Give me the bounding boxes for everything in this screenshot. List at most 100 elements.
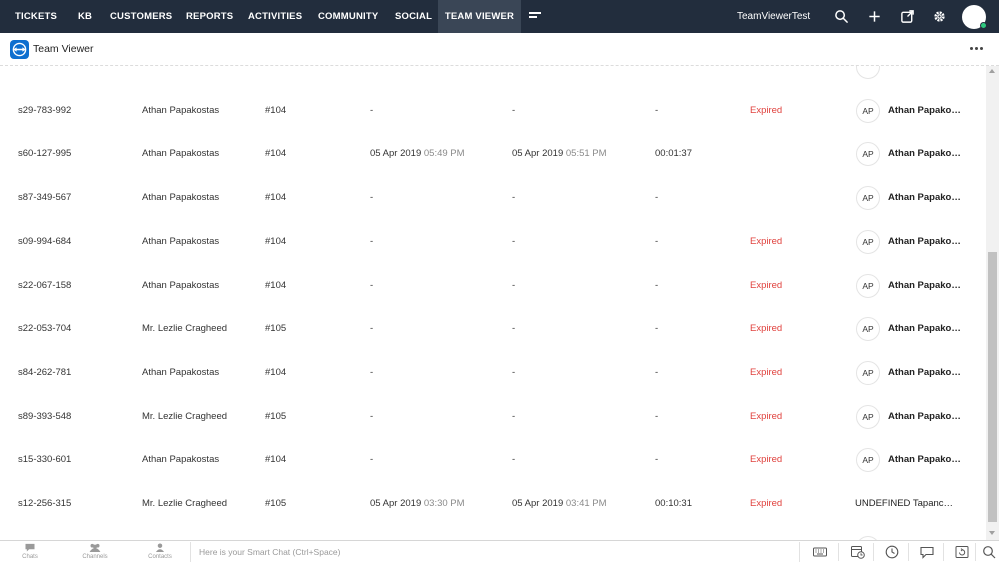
agent-avatar: AP xyxy=(856,360,880,385)
divider xyxy=(943,543,944,561)
table-row[interactable] xyxy=(0,526,986,540)
keyboard-icon[interactable] xyxy=(813,545,827,559)
scroll-thumb[interactable] xyxy=(988,252,997,522)
table-row[interactable]: s29-783-992 Athan Papakostas #104 - - - Expi… xyxy=(0,89,986,133)
ticket-number[interactable]: #104 xyxy=(265,176,325,220)
status-badge: Expired xyxy=(750,410,783,422)
module-header: Team Viewer xyxy=(0,33,999,66)
ticket-number[interactable]: #104 xyxy=(265,89,325,133)
start-date: - xyxy=(370,192,374,204)
customer-name: Athan Papakostas xyxy=(142,454,220,466)
search-icon[interactable] xyxy=(834,9,849,24)
agent-avatar: AP xyxy=(856,186,880,211)
tab-social[interactable]: SOCIAL xyxy=(395,0,432,33)
table-row[interactable]: s87-349-567 Athan Papakostas #104 - - - AP At… xyxy=(0,176,986,220)
end-time-cell: - xyxy=(512,351,642,395)
chats-button[interactable]: Chats xyxy=(10,542,50,563)
duration: - xyxy=(655,192,659,204)
session-code: s22-067-158 xyxy=(18,279,72,291)
ticket-number[interactable]: #105 xyxy=(265,307,325,351)
table-row[interactable]: s22-067-158 Athan Papakostas #104 - - - Expi… xyxy=(0,264,986,308)
table-row[interactable]: s09-994-684 Athan Papakostas #104 - - - Expi… xyxy=(0,220,986,264)
tab-tickets[interactable]: TICKETS xyxy=(15,0,57,33)
ticket-number[interactable]: #104 xyxy=(265,264,325,308)
agent-name: Athan Papakostas xyxy=(888,410,964,422)
status-badge: Expired xyxy=(750,366,783,378)
start-time-cell: - xyxy=(370,438,500,482)
ticket-number[interactable]: #104 xyxy=(265,132,325,176)
start-date: - xyxy=(370,279,374,291)
contacts-button[interactable]: Contacts xyxy=(140,542,180,563)
table-row[interactable]: s22-053-704 Mr. Lezlie Cragheed #105 - - - E… xyxy=(0,307,986,351)
ticket-number[interactable]: #105 xyxy=(265,395,325,439)
status-badge xyxy=(750,176,830,220)
smart-chat-input[interactable] xyxy=(190,542,800,562)
tab-customers[interactable]: CUSTOMERS xyxy=(110,0,172,33)
portal-name[interactable]: TeamViewerTest xyxy=(737,0,810,33)
end-time-cell: - xyxy=(512,307,642,351)
start-time-cell xyxy=(370,66,500,89)
customer-name: Mr. Lezlie Cragheed xyxy=(142,410,228,422)
session-code: s87-349-567 xyxy=(18,192,72,204)
history-icon[interactable] xyxy=(885,545,899,559)
chats-label: Chats xyxy=(22,554,38,560)
message-icon[interactable] xyxy=(920,545,934,559)
vertical-scrollbar[interactable] xyxy=(986,66,999,540)
more-options-icon[interactable] xyxy=(970,46,984,52)
start-date: - xyxy=(370,235,374,247)
start-date: - xyxy=(370,454,374,466)
table-row[interactable]: s84-262-781 Athan Papakostas #104 - - - Expi… xyxy=(0,351,986,395)
scroll-down-arrow-icon[interactable] xyxy=(989,531,995,535)
table-row[interactable]: s15-330-601 Athan Papakostas #104 - - - Expi… xyxy=(0,438,986,482)
refresh-window-icon[interactable] xyxy=(955,545,969,559)
chat-bubble-icon xyxy=(25,543,35,552)
ticket-number[interactable]: #104 xyxy=(265,351,325,395)
channels-icon xyxy=(89,543,101,552)
agent-avatar: AP xyxy=(856,448,880,473)
session-code: s15-330-601 xyxy=(18,454,72,466)
divider xyxy=(908,543,909,561)
end-date: 05 Apr 2019 xyxy=(512,148,564,160)
session-code: s22-053-704 xyxy=(18,323,72,335)
duration: - xyxy=(655,104,659,116)
bottom-bar: Chats Channels Contacts xyxy=(0,540,999,563)
status-badge: Expired xyxy=(750,498,783,509)
tab-activities[interactable]: ACTIVITIES xyxy=(248,0,302,33)
end-date: - xyxy=(512,279,516,291)
top-navigation-bar: TICKETS KB CUSTOMERS REPORTS ACTIVITIES … xyxy=(0,0,999,33)
ticket-number[interactable] xyxy=(265,526,325,540)
customer-name xyxy=(142,66,260,89)
ticket-number[interactable] xyxy=(265,66,325,89)
ticket-number[interactable]: #104 xyxy=(265,220,325,264)
session-code: s12-256-315 xyxy=(18,498,72,509)
calendar-clock-icon[interactable] xyxy=(851,545,865,559)
ticket-number[interactable]: #104 xyxy=(265,438,325,482)
hamburger-icon[interactable] xyxy=(529,12,541,22)
tab-reports[interactable]: REPORTS xyxy=(186,0,233,33)
channels-button[interactable]: Channels xyxy=(75,542,115,563)
tab-kb[interactable]: KB xyxy=(78,0,92,33)
table-row[interactable]: s89-393-548 Mr. Lezlie Cragheed #105 - - - E… xyxy=(0,395,986,439)
search-icon[interactable] xyxy=(982,545,996,559)
agent-avatar: AP xyxy=(856,317,880,342)
plus-icon[interactable] xyxy=(867,9,882,24)
customer-name: Mr. Lezlie Cragheed xyxy=(142,323,228,335)
tab-community[interactable]: COMMUNITY xyxy=(318,0,378,33)
end-time-cell: - xyxy=(512,89,642,133)
tab-team-viewer[interactable]: TEAM VIEWER xyxy=(438,0,521,33)
table-row[interactable] xyxy=(0,66,986,89)
end-time-cell: - xyxy=(512,438,642,482)
divider xyxy=(838,543,839,561)
duration: - xyxy=(655,410,659,422)
session-code: s29-783-992 xyxy=(18,104,72,116)
scroll-up-arrow-icon[interactable] xyxy=(989,69,995,73)
duration: - xyxy=(655,235,659,247)
external-link-icon[interactable] xyxy=(900,9,915,24)
table-row[interactable]: s60-127-995 Athan Papakostas #104 05 Apr 20… xyxy=(0,132,986,176)
ticket-number[interactable]: #105 xyxy=(265,482,325,526)
table-row[interactable]: s12-256-315 Mr. Lezlie Cragheed #105 05 Apr… xyxy=(0,482,986,526)
end-time-cell: - xyxy=(512,220,642,264)
customer-name: Athan Papakostas xyxy=(142,279,220,291)
status-badge: Expired xyxy=(750,279,783,291)
gear-icon[interactable] xyxy=(932,9,947,24)
